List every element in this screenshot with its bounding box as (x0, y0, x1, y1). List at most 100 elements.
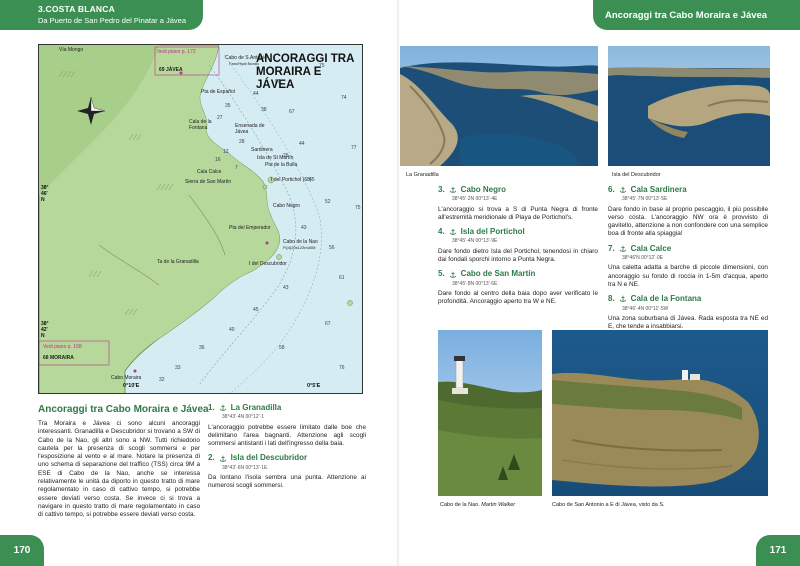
chapter-title: 3.COSTA BLANCA (38, 4, 115, 14)
label-sierra: Sierra de San Martín (185, 179, 232, 185)
map-title-line1: ANCORAGGI TRA (256, 53, 355, 65)
entries-column-1: 1. La Granadilla 38°43'·4N 00°12'·1 L'an… (208, 403, 366, 497)
depth: 28 (239, 139, 245, 145)
lon-label-2: 0°5'E (307, 383, 321, 389)
depth: 40 (229, 327, 235, 333)
depth: 74 (341, 95, 347, 101)
entry-number: 4. (438, 227, 445, 237)
page-number-left: 170 (0, 535, 44, 566)
photo-granadilla-image (400, 46, 598, 166)
section-heading: Ancoraggi tra Cabo Moraira e Jávea (38, 404, 209, 415)
anchor-icon (219, 404, 226, 411)
entries-column-2: 3. Cabo Negro 38°45'·2N 00°13'·4E L'anco… (438, 185, 598, 313)
label-cabo-san-antonio-sub: Faro/Hydr.Nordic (229, 61, 260, 66)
label-cabo-negro: Cabo Negro (273, 203, 300, 209)
entry-number: 8. (608, 294, 615, 304)
right-page: Ancoraggi tra Cabo Moraira e Jávea La Gr… (400, 0, 800, 566)
depth: 36 (199, 345, 205, 351)
entry-coord: 38°46'·4N 00°11'·5W (622, 305, 669, 312)
entry-descubridor: 2. Isla del Descubridor 38°43'·6N 00°13'… (208, 454, 366, 490)
label-descubridor: I del Descubridor (249, 261, 287, 267)
map-title: ANCORAGGI TRA MORAIRA E JÁVEA (256, 53, 362, 92)
label-via-mongo: Vía Mongo (59, 47, 84, 53)
entry-name: Cabo Negro (460, 185, 507, 194)
photo-cabo-nao (438, 330, 542, 496)
depth: 45 (253, 307, 259, 313)
chapter-tab: 3.COSTA BLANCA Da Puerto de San Pedro de… (0, 0, 203, 30)
caption-descubridor: Isla del Descubridor (612, 172, 661, 178)
depth: 32 (159, 377, 165, 383)
depth: 38 (261, 107, 267, 113)
entry-cala-fontana: 8. Cala de la Fontana 38°46'·4N 00°11'·5… (608, 294, 768, 331)
entry-coord: 38°43'·6N 00°13'·1E (222, 464, 268, 471)
depth: 67 (289, 109, 295, 115)
entry-text: Una caletta adatta a barche di piccole d… (608, 264, 768, 288)
caption-granadilla: La Granadilla (406, 172, 439, 178)
caption-cabo-nao-author: Martin Walker (481, 502, 516, 508)
label-ensenada: Ensenada de Jávea (235, 123, 265, 135)
entry-coord: 38°45'·7N 00°13'·5E (622, 196, 668, 203)
nautical-map: ANCORAGGI TRA MORAIRA E JÁVEA Vía Mongo … (38, 44, 363, 394)
entry-cala-calce: 7. Cala Calce 38°46'N 00°12'·0E Una cale… (608, 243, 768, 289)
page-number-right: 171 (756, 535, 800, 566)
entry-name: Isla del Portichol (460, 227, 525, 237)
entry-coord: 38°45'·8N 00°13'·6E (452, 280, 498, 287)
entry-text: Una zona suburbana di Jávea. Rada espost… (608, 314, 768, 331)
lat-label-1: 38° 46' N (41, 185, 49, 203)
entry-text: L'ancoraggio potrebbe essere limitato da… (208, 423, 366, 448)
depth: 43 (283, 285, 289, 291)
entry-number: 7. (608, 243, 615, 253)
anchor-icon (449, 271, 456, 278)
label-cala-fontana: Cala de la Fontana (189, 119, 212, 131)
entry-number: 2. (208, 453, 215, 463)
depth: 67 (325, 321, 331, 327)
anchor-icon (449, 186, 456, 193)
depth: 33 (175, 365, 181, 371)
entry-number: 3. (438, 185, 445, 194)
entry-name: Isla del Descubridor (230, 453, 308, 463)
anchor-icon (619, 245, 626, 252)
lon-label: 0°10'E (123, 383, 140, 389)
depth: 7 (235, 165, 238, 171)
right-title-tab: Ancoraggi tra Cabo Moraira e Jávea (593, 0, 800, 30)
depth: 75 (355, 205, 361, 211)
map-drawing (39, 45, 362, 393)
left-page: 3.COSTA BLANCA Da Puerto de San Pedro de… (0, 0, 400, 566)
depth: 16 (215, 157, 221, 163)
label-cabo-nao-sub: Fl(4)20s123m40M (283, 245, 316, 250)
label-vedi-bottom: Vedi piano p. 168 (43, 344, 82, 350)
entry-coord: 38°43'·4N 00°12'·1 (222, 414, 265, 421)
entry-coord: 38°45'·4N 00°13'·9E (452, 238, 498, 245)
entry-name: Cala Sardinera (630, 185, 687, 194)
depth: 43 (301, 225, 307, 231)
caption-cabo-nao: Cabo de la Nao. Martin Walker (440, 502, 515, 508)
photo-granadilla (400, 46, 598, 166)
depth: 45 (309, 177, 315, 183)
entry-number: 6. (608, 185, 615, 194)
label-pta-bulla: Pta de la Bulla (265, 162, 298, 168)
entry-text: Dare fondo dietro Isla del Portichol, te… (438, 247, 598, 264)
photo-cabo-nao-image (438, 330, 542, 496)
intro-paragraph: Tra Moraira e Jávea ci sono alcuni ancor… (38, 420, 200, 519)
label-granadilla: Ta de la Granadilla (157, 259, 199, 265)
depth: 77 (351, 145, 357, 151)
entry-text: L'ancoraggio si trova a S di Punta Negra… (438, 205, 598, 221)
entry-text: Da lontano l'isola sembra una punta. Att… (208, 474, 366, 490)
photo-cabo-san-antonio-image (552, 330, 768, 496)
depth: 52 (325, 199, 331, 205)
anchor-icon (619, 186, 626, 193)
depth: 75 (319, 63, 325, 69)
anchor-icon (449, 229, 456, 236)
photo-cabo-san-antonio (552, 330, 768, 496)
chapter-subtitle: Da Puerto de San Pedro del Pinatar a Jáv… (38, 16, 187, 25)
entry-name: La Granadilla (230, 403, 282, 412)
entry-cabo-negro: 3. Cabo Negro 38°45'·2N 00°13'·4E L'anco… (438, 185, 598, 222)
anchor-icon (619, 296, 626, 303)
label-cala-calce: Cala Calce (197, 169, 222, 175)
depth: 58 (279, 345, 285, 351)
entry-number: 1. (208, 403, 215, 412)
label-pta-emperador: Pta del Emperador (229, 225, 271, 231)
photo-descubridor (608, 46, 770, 166)
depth: 44 (253, 91, 259, 97)
entry-coord: 38°45'·2N 00°13'·4E (452, 196, 498, 203)
